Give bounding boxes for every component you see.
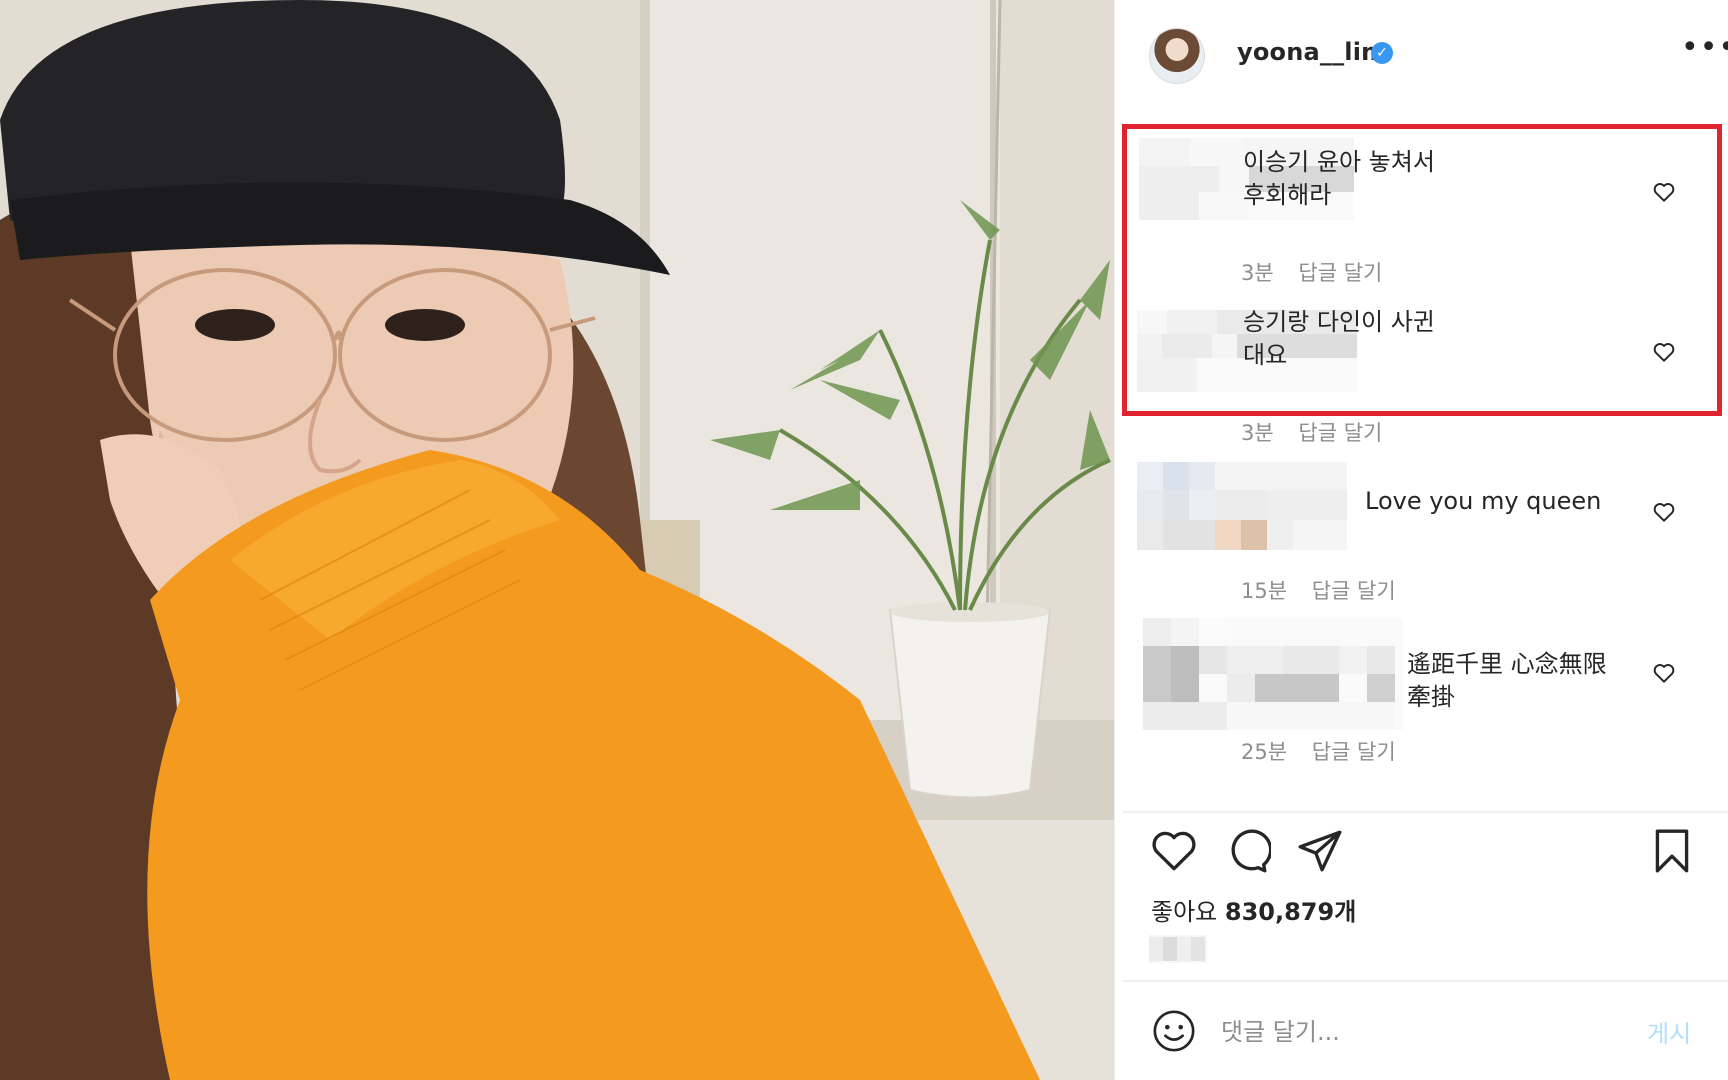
share-paper-plane-icon[interactable] <box>1295 826 1345 876</box>
comment-text: 이승기 윤아 놓쳐서 후회해라 <box>1243 148 1435 209</box>
composer-divider <box>1123 980 1728 982</box>
like-comment-heart-icon[interactable] <box>1651 499 1677 525</box>
avatar[interactable] <box>1149 28 1205 84</box>
post-comment-button[interactable]: 게시 <box>1647 1014 1691 1049</box>
comment-bubble-icon[interactable] <box>1221 826 1271 876</box>
comment-meta: 15분 답글 달기 <box>1241 575 1414 605</box>
comment-meta: 3분 답글 달기 <box>1241 417 1400 447</box>
blurred-avatar-username <box>1137 462 1347 550</box>
comment-item: 이승기 윤아 놓쳐서 후회해라 3분 답글 달기 <box>1115 124 1728 285</box>
likes-number: 830,879개 <box>1224 898 1357 926</box>
likes-label: 좋아요 <box>1151 898 1218 926</box>
comment-item: 승기랑 다인이 사귄 대요 3분 답글 달기 <box>1115 286 1728 445</box>
post-actions <box>1115 826 1728 886</box>
verified-badge-icon: ✓ <box>1371 42 1393 64</box>
username-link[interactable]: yoona__lim <box>1237 38 1386 66</box>
comment-time[interactable]: 3분 <box>1241 421 1274 445</box>
bookmark-save-icon[interactable] <box>1647 826 1697 876</box>
more-options-icon[interactable]: ••• <box>1681 30 1728 65</box>
blurred-timestamp <box>1149 935 1207 963</box>
post-photo <box>0 0 1114 1080</box>
reply-button[interactable]: 답글 달기 <box>1312 740 1396 764</box>
like-heart-icon[interactable] <box>1149 826 1199 876</box>
likes-count[interactable]: 좋아요 830,879개 <box>1151 892 1356 927</box>
post-detail-panel: yoona__lim ✓ ••• 이승기 윤아 놓쳐서 후회해라 3분 답글 달… <box>1114 0 1728 1080</box>
comment-meta: 3분 답글 달기 <box>1241 257 1400 287</box>
comment-time[interactable]: 3분 <box>1241 261 1274 285</box>
reply-button[interactable]: 답글 달기 <box>1298 261 1382 285</box>
comment-item: 遙距千里 心念無限 牽掛 25분 답글 달기 <box>1115 618 1728 768</box>
comment-text: 遙距千里 心念無限 牽掛 <box>1407 650 1607 711</box>
like-comment-heart-icon[interactable] <box>1651 179 1677 205</box>
like-comment-heart-icon[interactable] <box>1651 339 1677 365</box>
comment-time[interactable]: 25분 <box>1241 740 1287 764</box>
post-header: yoona__lim ✓ ••• <box>1115 0 1728 110</box>
blur-mosaic <box>1143 618 1403 730</box>
comment-item: Love you my queen 15분 답글 달기 <box>1115 458 1728 603</box>
comment-time[interactable]: 15분 <box>1241 579 1287 603</box>
reply-button[interactable]: 답글 달기 <box>1298 421 1382 445</box>
blurred-avatar-username <box>1143 618 1403 730</box>
like-comment-heart-icon[interactable] <box>1651 660 1677 686</box>
blur-mosaic <box>1137 462 1347 550</box>
comment-meta: 25분 답글 달기 <box>1241 736 1414 766</box>
selfie-illustration <box>0 0 1114 1080</box>
comment-input[interactable] <box>1221 1012 1621 1052</box>
reply-button[interactable]: 답글 달기 <box>1312 579 1396 603</box>
comment-text: 승기랑 다인이 사귄 대요 <box>1243 308 1435 369</box>
emoji-smile-icon[interactable] <box>1151 1008 1197 1054</box>
actions-divider <box>1123 811 1728 813</box>
comment-text: Love you my queen <box>1365 487 1602 515</box>
